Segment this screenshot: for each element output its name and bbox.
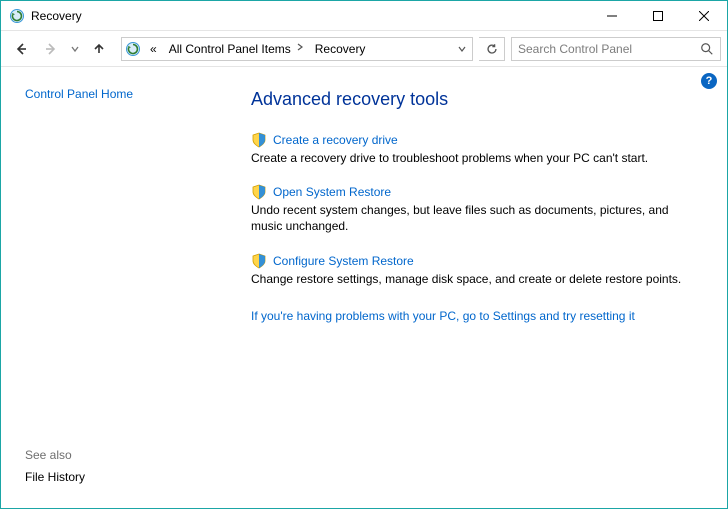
search-box[interactable] (511, 37, 721, 61)
back-button[interactable] (7, 35, 35, 63)
search-input[interactable] (512, 42, 694, 56)
forward-button[interactable] (37, 35, 65, 63)
see-also-heading: See also (25, 448, 203, 462)
refresh-button[interactable] (479, 37, 505, 61)
file-history-link[interactable]: File History (25, 470, 203, 484)
breadcrumb: « All Control Panel Items Recovery (144, 38, 452, 60)
breadcrumb-label: All Control Panel Items (169, 42, 291, 56)
close-button[interactable] (681, 1, 727, 31)
address-dropdown[interactable] (452, 38, 472, 60)
shield-icon (251, 132, 267, 148)
tool-desc: Create a recovery drive to troubleshoot … (251, 150, 699, 166)
breadcrumb-overflow[interactable]: « (144, 38, 163, 60)
minimize-button[interactable] (589, 1, 635, 31)
page-heading: Advanced recovery tools (251, 89, 699, 110)
breadcrumb-label: Recovery (315, 42, 366, 56)
help-icon[interactable]: ? (701, 73, 717, 89)
title-bar: Recovery (1, 1, 727, 31)
chevron-right-icon (297, 43, 303, 54)
recovery-location-icon (122, 38, 144, 60)
search-icon[interactable] (694, 38, 720, 60)
tool-desc: Undo recent system changes, but leave fi… (251, 202, 699, 234)
control-panel-home-link[interactable]: Control Panel Home (25, 87, 203, 101)
tool-desc: Change restore settings, manage disk spa… (251, 271, 699, 287)
breadcrumb-item-all-control-panel[interactable]: All Control Panel Items (163, 38, 309, 60)
overflow-glyph: « (150, 42, 157, 56)
tool-create-recovery-drive: Create a recovery drive Create a recover… (251, 132, 699, 166)
up-button[interactable] (85, 35, 113, 63)
create-recovery-drive-link[interactable]: Create a recovery drive (273, 133, 398, 147)
configure-system-restore-link[interactable]: Configure System Restore (273, 254, 414, 268)
reset-pc-link[interactable]: If you're having problems with your PC, … (251, 309, 635, 323)
tool-open-system-restore: Open System Restore Undo recent system c… (251, 184, 699, 234)
recovery-app-icon (9, 8, 25, 24)
tool-configure-system-restore: Configure System Restore Change restore … (251, 253, 699, 287)
main-content: ? Advanced recovery tools Create a recov… (221, 67, 727, 508)
sidebar: Control Panel Home See also File History (1, 67, 221, 508)
recent-locations-dropdown[interactable] (67, 35, 83, 63)
window-title: Recovery (31, 9, 82, 23)
address-bar[interactable]: « All Control Panel Items Recovery (121, 37, 473, 61)
breadcrumb-item-recovery[interactable]: Recovery (309, 38, 372, 60)
open-system-restore-link[interactable]: Open System Restore (273, 185, 391, 199)
nav-bar: « All Control Panel Items Recovery (1, 31, 727, 67)
maximize-button[interactable] (635, 1, 681, 31)
shield-icon (251, 253, 267, 269)
shield-icon (251, 184, 267, 200)
